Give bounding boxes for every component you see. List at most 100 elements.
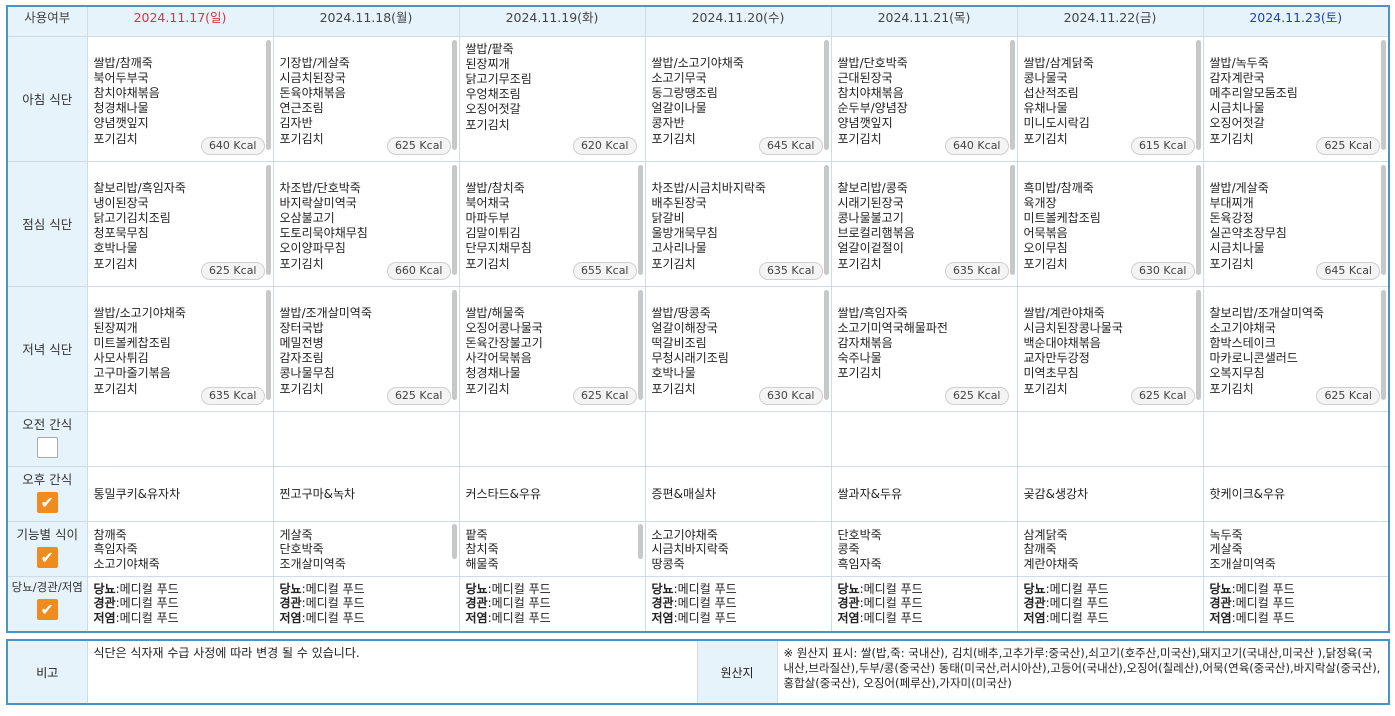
meal-items: 차조밥/시금치바지락죽 배추된장국 닭갈비 울방개묵무침 고사리나물 포기김치 [651,180,766,271]
scrollbar[interactable] [451,164,457,275]
check-icon: ✔ [40,492,54,512]
diet-key: 저염 [279,610,302,625]
scrollbar[interactable] [265,289,271,400]
meal-items: 쌀밥/참깨죽 북어두부국 참치야채볶음 청경채나물 양념깻잎지 포기김치 [93,55,160,146]
kcal-badge: 640 Kcal [944,136,1009,155]
special-diet-label-cell: 당뇨/경관/저염 ✔ [6,575,88,633]
scrollbar[interactable] [1195,289,1201,400]
kcal-badge: 625 Kcal [944,386,1009,405]
functional-items: 녹두죽 게살죽 조개살미역죽 [1209,527,1276,571]
meal-items: 쌀밥/계란야채죽 시금치된장콩나물국 백순대야채볶음 교자만두강정 미역초무침 … [1023,305,1123,396]
meal-cell: 차조밥/시금치바지락죽 배추된장국 닭갈비 울방개묵무침 고사리나물 포기김치 6… [644,160,832,287]
notes-table: 비고 식단은 식자재 수급 사정에 따라 변경 될 수 있습니다. 원산지 ※ … [6,639,1390,705]
meal-items: 쌀밥/게살죽 부대찌개 돈육강정 실곤약초장무침 시금치나물 포기김치 [1209,180,1287,271]
functional-cell: 녹두죽 게살죽 조개살미역죽 [1202,520,1390,577]
scrollbar[interactable] [823,164,829,275]
scrollbar[interactable] [1195,39,1201,150]
meal-cell: 쌀밥/계란야채죽 시금치된장콩나물국 백순대야채볶음 교자만두강정 미역초무침 … [1016,285,1204,412]
meal-cell: 쌀밥/흑임자죽 소고기미역국해물파전 감자채볶음 숙주나물 포기김치 625 Kc… [830,285,1018,412]
scrollbar[interactable] [823,289,829,400]
scrollbar[interactable] [451,39,457,150]
diet-key: 저염 [1023,610,1046,625]
kcal-badge: 625 Kcal [386,136,451,155]
scrollbar[interactable] [1195,164,1201,275]
snack-cell [272,410,460,467]
scrollbar[interactable] [823,39,829,150]
meal-cell: 차조밥/단호박죽 바지락살미역국 오삼불고기 도토리묵야채무침 오이양파무침 포… [272,160,460,287]
diet-key: 당뇨 [1023,581,1046,596]
functional-items: 게살죽 단호박죽 조개살미역죽 [279,527,346,571]
pm-snack-checkbox[interactable]: ✔ [36,491,58,513]
meal-cell: 쌀밥/녹두죽 감자계란국 메추리알모둠조림 시금치나물 오징어젓갈 포기김치 62… [1202,35,1390,162]
meal-items: 쌀밥/삼계닭죽 콩나물국 섭산적조림 유채나물 미니도시락김 포기김치 [1023,55,1094,146]
menu-board: 사용여부 2024.11.17(일) 2024.11.18(월) 2024.11… [6,5,1390,705]
am-snack-checkbox[interactable] [36,436,58,458]
pm-snack-label-cell: 오후 간식 ✔ [6,465,88,522]
scrollbar[interactable] [1381,164,1386,275]
scrollbar[interactable] [1381,289,1386,400]
diet-value: :메디컬 푸드 [673,581,737,596]
meal-items: 쌀밥/소고기야채죽 된장찌개 미트볼케찹조림 사모사튀김 고구마줄기볶음 포기김… [93,305,186,396]
functional-items: 소고기야채죽 시금치바지락죽 땅콩죽 [651,527,729,571]
snack-cell: 핫케이크&우유 [1202,465,1390,522]
day-header: 2024.11.23(토) [1202,5,1390,37]
diet-value: :메디컬 푸드 [301,596,365,610]
snack-cell [1016,410,1204,467]
special-diet-cell: 당뇨:메디컬 푸드 경관:메디컬 푸드 저염:메디컬 푸드 [86,575,274,633]
day-header: 2024.11.20(수) [644,5,832,37]
meal-cell: 찰보리밥/흑임자죽 냉이된장국 닭고기김치조림 청포묵무침 호박나물 포기김치 6… [86,160,274,287]
breakfast-label: 아침 식단 [6,35,88,162]
diet-key: 저염 [465,610,488,625]
meal-items: 찰보리밥/흑임자죽 냉이된장국 닭고기김치조림 청포묵무침 호박나물 포기김치 [93,180,186,271]
functional-checkbox[interactable]: ✔ [36,546,58,568]
diet-value: :메디컬 푸드 [487,610,551,625]
notes-text: 식단은 식자재 수급 사정에 따라 변경 될 수 있습니다. [86,639,698,705]
special-diet-cell: 당뇨:메디컬 푸드 경관:메디컬 푸드 저염:메디컬 푸드 [830,575,1018,633]
scrollbar[interactable] [637,289,643,400]
diet-value: :메디컬 푸드 [859,610,923,625]
meal-cell: 기장밥/게살죽 시금치된장국 돈육야채볶음 연근조림 김자반 포기김치 625 K… [272,35,460,162]
scrollbar[interactable] [1381,39,1386,150]
scrollbar[interactable] [637,164,643,275]
meal-cell: 쌀밥/해물죽 오징어콩나물국 돈육간장불고기 사각어묵볶음 청경채나물 포기김치… [458,285,646,412]
meal-cell: 쌀밥/게살죽 부대찌개 돈육강정 실곤약초장무침 시금치나물 포기김치 645 K… [1202,160,1390,287]
kcal-badge: 615 Kcal [1130,136,1195,155]
diet-value: :메디컬 푸드 [115,610,179,625]
functional-cell: 참깨죽 흑임자죽 소고기야채죽 [86,520,274,577]
scrollbar[interactable] [451,289,457,400]
notes-label: 비고 [6,639,88,705]
snack-cell: 증편&매실차 [644,465,832,522]
usage-header: 사용여부 [6,5,88,37]
kcal-badge: 635 Kcal [200,386,265,405]
scrollbar[interactable] [265,164,271,275]
am-snack-row: 오전 간식 [6,410,1390,467]
meal-items: 쌀밥/해물죽 오징어콩나물국 돈육간장불고기 사각어묵볶음 청경채나물 포기김치 [465,305,543,396]
check-icon: ✔ [40,547,54,567]
diet-key: 경관 [279,596,302,610]
meal-cell: 쌀밥/팥죽 된장찌개 닭고기무조림 우엉채조림 오징어젓갈 포기김치 620 Kc… [458,35,646,162]
diet-key: 당뇨 [837,581,860,596]
header-row: 사용여부 2024.11.17(일) 2024.11.18(월) 2024.11… [6,5,1390,37]
scrollbar[interactable] [1009,39,1015,150]
meal-items: 쌀밥/소고기야채죽 소고기무국 동그랑땡조림 얼갈이나물 콩자반 포기김치 [651,55,744,146]
scrollbar[interactable] [451,523,457,559]
kcal-badge: 635 Kcal [758,261,823,280]
kcal-badge: 630 Kcal [1130,261,1195,280]
diet-value: :메디컬 푸드 [487,581,551,596]
kcal-badge: 625 Kcal [200,261,265,280]
meal-cell: 쌀밥/단호박죽 근대된장국 참치야채볶음 순두부/양념장 양념깻잎지 포기김치 6… [830,35,1018,162]
meal-items: 찰보리밥/조개살미역죽 소고기야채국 함박스테이크 마카로니콘샐러드 오복지무침… [1209,305,1324,396]
meal-items: 쌀밥/참치죽 북어채국 마파두부 김말이튀김 단무지채무침 포기김치 [465,180,532,271]
special-diet-cell: 당뇨:메디컬 푸드 경관:메디컬 푸드 저염:메디컬 푸드 [1016,575,1204,633]
lunch-row: 점심 식단 찰보리밥/흑임자죽 냉이된장국 닭고기김치조림 청포묵무침 호박나물… [6,160,1390,287]
kcal-badge: 660 Kcal [386,261,451,280]
meal-items: 쌀밥/흑임자죽 소고기미역국해물파전 감자채볶음 숙주나물 포기김치 [837,305,948,381]
special-diet-checkbox[interactable]: ✔ [36,598,58,620]
scrollbar[interactable] [265,39,271,150]
special-diet-cell: 당뇨:메디컬 푸드 경관:메디컬 푸드 저염:메디컬 푸드 [1202,575,1390,633]
scrollbar[interactable] [1009,164,1015,275]
scrollbar[interactable] [637,523,643,559]
diet-key: 저염 [651,610,674,625]
special-diet-cell: 당뇨:메디컬 푸드 경관:메디컬 푸드 저염:메디컬 푸드 [644,575,832,633]
snack-cell [86,410,274,467]
